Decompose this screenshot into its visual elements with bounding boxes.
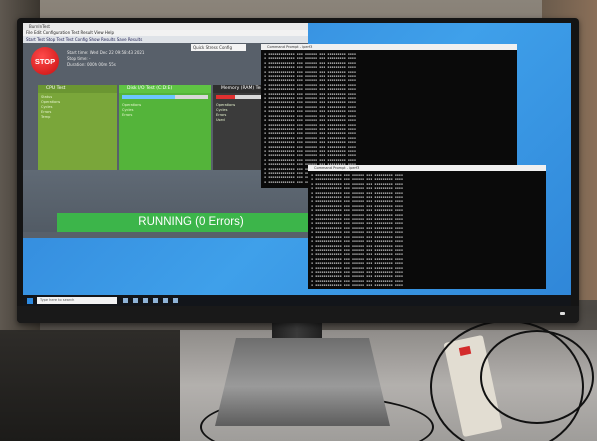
panel-body: Status Operations Cycles Errors Temp xyxy=(38,93,117,122)
disk-test-panel: Disk I/O Test (C:D:E) Operations Cycles … xyxy=(119,85,211,170)
taskbar: Type here to search xyxy=(23,295,571,306)
panel-body: Operations Cycles Errors xyxy=(119,101,211,120)
app-toolbar[interactable]: Start Test Stop Test Test Config Show Re… xyxy=(23,36,308,43)
power-led xyxy=(560,312,565,315)
terminal-output: ▪ ▪▪▪▪▪▪▪▪▪▪▪▪▪ ▪▪▪ ▪▪▪▪▪▪ ▪▪▪ ▪▪▪▪▪▪▪▪▪… xyxy=(311,173,403,288)
stop-button[interactable]: STOP xyxy=(31,47,59,75)
test-info: Start time: Wed Dec 22 09:58:43 2021 Sto… xyxy=(67,50,144,68)
panel-line: Errors xyxy=(122,113,133,117)
monitor-chin xyxy=(17,306,579,323)
progress-fill xyxy=(122,95,176,99)
info-line: Duration: 000h 00m 55s xyxy=(67,62,116,67)
cpu-test-panel: CPU Test Status Operations Cycles Errors… xyxy=(38,85,117,170)
panel-title: CPU Test xyxy=(38,85,117,93)
monitor-screen: BurnInTest File Edit Configuration Test … xyxy=(23,23,571,306)
panel-line: Temp xyxy=(41,115,51,119)
cable xyxy=(480,330,594,424)
edge-icon[interactable] xyxy=(133,298,138,303)
progress-fill xyxy=(216,95,236,99)
taskbar-search[interactable]: Type here to search xyxy=(37,297,117,304)
monitor-base xyxy=(215,338,390,426)
app-title: BurnInTest xyxy=(23,23,308,30)
store-icon[interactable] xyxy=(153,298,158,303)
folder-icon[interactable] xyxy=(143,298,148,303)
app-icon[interactable] xyxy=(173,298,178,303)
config-dropdown[interactable]: Quick Stress Config xyxy=(191,44,246,51)
room-background: BurnInTest File Edit Configuration Test … xyxy=(0,0,597,441)
running-status-banner: RUNNING (0 Errors) xyxy=(57,213,325,232)
disk-progress-bar xyxy=(122,95,208,99)
panel-title: Disk I/O Test (C:D:E) xyxy=(119,85,211,93)
equipment-rack xyxy=(0,330,180,441)
terminal-window[interactable]: Command Prompt - iperf3 ▪ ▪▪▪▪▪▪▪▪▪▪▪▪▪ … xyxy=(308,165,546,289)
taskview-icon[interactable] xyxy=(123,298,128,303)
terminal-icon[interactable] xyxy=(163,298,168,303)
windows-start-icon[interactable] xyxy=(27,298,33,304)
